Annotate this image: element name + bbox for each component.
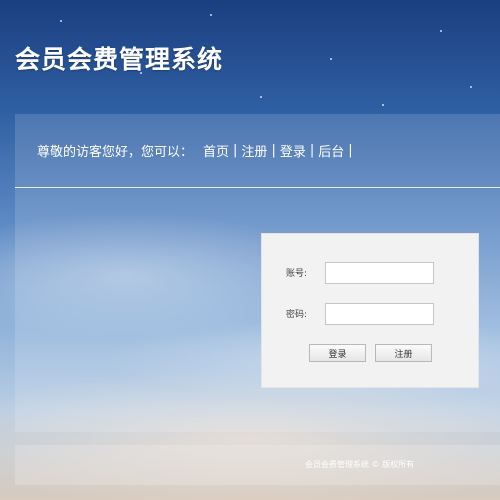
nav-greeting: 尊敬的访客您好，您可以： [37, 145, 194, 160]
nav-link-register[interactable]: 注册 [241, 141, 267, 160]
nav-link-admin[interactable]: 后台 [318, 141, 344, 160]
register-button[interactable]: 注册 [375, 344, 432, 362]
footer-copyright: 会员会费管理系统 © 版权所有 [305, 460, 415, 469]
nav-bar: 尊敬的访客您好，您可以： 首页 | 注册 | 登录 | 后台 | [15, 114, 500, 188]
footer: 会员会费管理系统 © 版权所有 [15, 445, 500, 485]
password-label: 密码: [286, 310, 308, 320]
login-form: 账号: 密码: 登录 注册 [261, 233, 479, 388]
account-row: 账号: [262, 262, 478, 284]
account-input[interactable] [325, 262, 434, 284]
login-button[interactable]: 登录 [309, 344, 366, 362]
nav-separator: | [233, 143, 238, 158]
account-label: 账号: [286, 269, 308, 279]
nav-link-home[interactable]: 首页 [203, 141, 229, 160]
nav-separator: | [271, 143, 276, 158]
password-row: 密码: [262, 303, 478, 325]
page-title: 会员会费管理系统 [15, 45, 224, 74]
nav-separator: | [348, 143, 353, 158]
nav-separator: | [309, 143, 315, 158]
nav-link-login[interactable]: 登录 [280, 141, 306, 160]
password-input[interactable] [325, 303, 434, 325]
